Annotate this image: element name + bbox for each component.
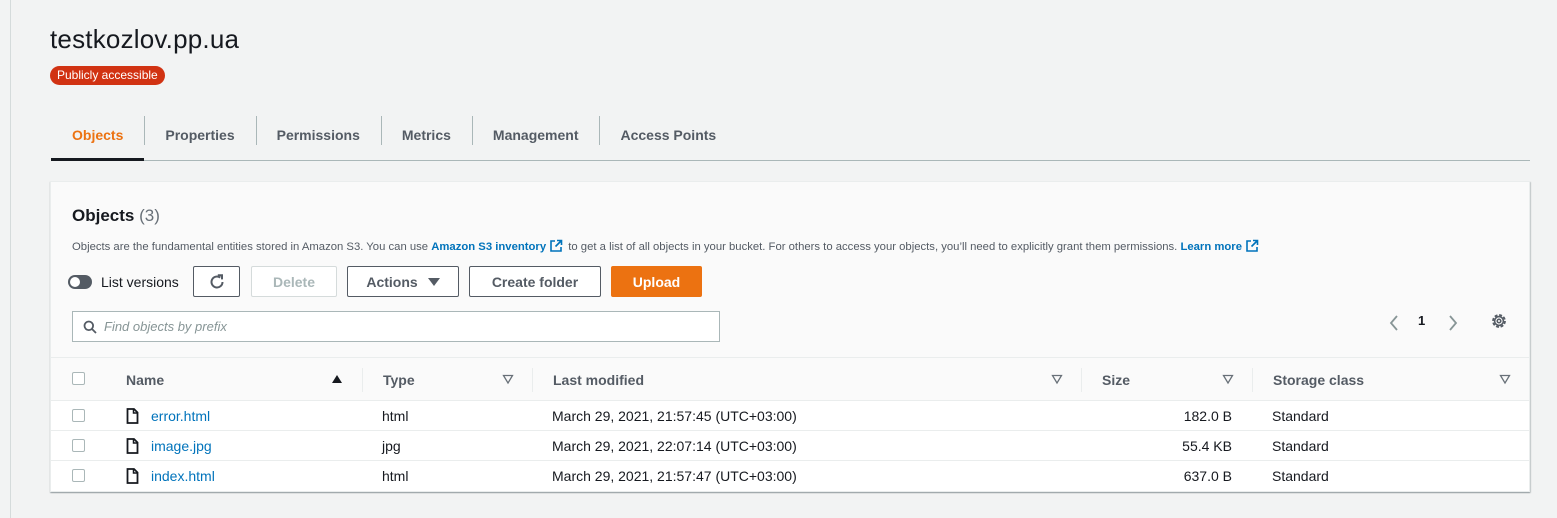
object-storage-class: Standard: [1272, 468, 1329, 484]
search-placeholder: Find objects by prefix: [104, 319, 227, 334]
column-last-modified[interactable]: Last modified: [553, 358, 644, 401]
column-size[interactable]: Size: [1102, 358, 1130, 401]
column-divider: [1252, 368, 1253, 392]
tab-metrics[interactable]: Metrics: [380, 110, 472, 160]
list-versions-toggle[interactable]: [68, 274, 92, 289]
object-type: html: [382, 408, 409, 424]
tab-objects[interactable]: Objects: [51, 110, 145, 161]
column-storage-class[interactable]: Storage class: [1273, 358, 1364, 401]
column-type[interactable]: Type: [383, 358, 415, 401]
row-checkbox[interactable]: [72, 409, 85, 422]
description-text-1: Objects are the fundamental entities sto…: [72, 241, 429, 253]
current-page[interactable]: 1: [1418, 313, 1425, 328]
object-type: html: [382, 468, 409, 484]
sort-descending-icon[interactable]: [1222, 373, 1234, 385]
settings-gear-icon[interactable]: [1490, 312, 1508, 330]
description-text-2: to get a list of all objects in your buc…: [568, 241, 1178, 253]
objects-panel-title: Objects (3): [72, 206, 160, 226]
s3-inventory-link[interactable]: Amazon S3 inventory: [431, 241, 546, 253]
sort-ascending-icon[interactable]: [331, 373, 343, 385]
objects-panel: Objects (3) Objects are the fundamental …: [50, 181, 1530, 492]
search-icon: [83, 320, 97, 334]
row-checkbox[interactable]: [72, 469, 85, 482]
object-name-link[interactable]: index.html: [151, 461, 215, 491]
create-folder-button[interactable]: Create folder: [469, 266, 601, 297]
objects-title-text: Objects: [72, 206, 135, 225]
object-name-link[interactable]: image.jpg: [151, 431, 212, 461]
chevron-left-icon[interactable]: [1388, 314, 1400, 332]
column-divider: [362, 368, 363, 392]
tab-properties[interactable]: Properties: [144, 110, 255, 160]
table-row[interactable]: index.html html March 29, 2021, 21:57:47…: [51, 461, 1529, 491]
row-checkbox[interactable]: [72, 439, 85, 452]
tab-permissions[interactable]: Permissions: [255, 110, 381, 160]
object-last-modified: March 29, 2021, 21:57:45 (UTC+03:00): [552, 408, 797, 424]
table-header: Name Type Last modified Size Storage cla…: [51, 357, 1529, 401]
objects-description: Objects are the fundamental entities sto…: [72, 239, 1261, 253]
caret-down-icon: [427, 277, 440, 286]
sort-descending-icon[interactable]: [1499, 373, 1511, 385]
object-storage-class: Standard: [1272, 438, 1329, 454]
tab-management[interactable]: Management: [471, 110, 600, 160]
select-all-checkbox[interactable]: [72, 372, 85, 385]
file-icon: [126, 408, 139, 424]
object-size: 55.4 KB: [1182, 438, 1232, 454]
public-access-badge: Publicly accessible: [50, 66, 165, 85]
external-link-icon[interactable]: [549, 239, 563, 253]
column-divider: [532, 368, 533, 392]
column-name[interactable]: Name: [126, 358, 164, 401]
list-versions-label: List versions: [101, 273, 179, 290]
delete-button[interactable]: Delete: [251, 266, 337, 297]
sort-descending-icon[interactable]: [1051, 373, 1063, 385]
object-storage-class: Standard: [1272, 408, 1329, 424]
actions-dropdown[interactable]: Actions: [347, 266, 459, 297]
objects-count: (3): [139, 206, 160, 225]
left-divider: [10, 0, 11, 518]
file-icon: [126, 468, 139, 484]
object-size: 182.0 B: [1183, 408, 1232, 424]
refresh-button[interactable]: [193, 266, 240, 297]
actions-label: Actions: [366, 273, 418, 290]
external-link-icon[interactable]: [1245, 239, 1259, 253]
refresh-icon: [210, 273, 223, 288]
table-row[interactable]: image.jpg jpg March 29, 2021, 22:07:14 (…: [51, 431, 1529, 461]
bucket-tabs: Objects Properties Permissions Metrics M…: [51, 110, 1530, 161]
object-type: jpg: [382, 438, 401, 454]
sort-descending-icon[interactable]: [502, 373, 514, 385]
upload-button[interactable]: Upload: [611, 266, 702, 297]
file-icon: [126, 438, 139, 454]
list-versions-control[interactable]: List versions: [66, 266, 179, 297]
search-input[interactable]: Find objects by prefix: [72, 311, 720, 342]
tab-access-points[interactable]: Access Points: [599, 110, 737, 160]
column-divider: [1081, 368, 1082, 392]
object-name-link[interactable]: error.html: [151, 401, 210, 431]
chevron-right-icon[interactable]: [1447, 314, 1459, 332]
learn-more-link[interactable]: Learn more: [1180, 241, 1242, 253]
table-row[interactable]: error.html html March 29, 2021, 21:57:45…: [51, 401, 1529, 431]
bucket-title: testkozlov.pp.ua: [50, 24, 240, 54]
object-size: 637.0 B: [1183, 468, 1232, 484]
object-last-modified: March 29, 2021, 21:57:47 (UTC+03:00): [552, 468, 797, 484]
object-last-modified: March 29, 2021, 22:07:14 (UTC+03:00): [552, 438, 797, 454]
